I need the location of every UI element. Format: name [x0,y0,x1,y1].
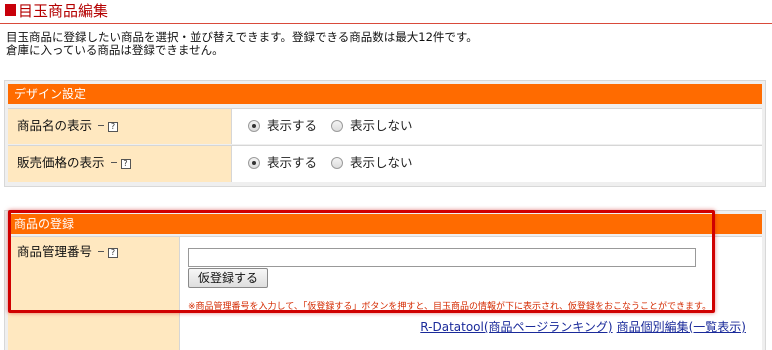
page-description: 目玉商品に登録したい商品を選択・並び替えできます。登録できる商品数は最大12件で… [6,31,478,57]
dash-icon [98,251,105,252]
design-settings-header: デザイン設定 [8,84,762,104]
sale-price-display-options: 表示する 表示しない [248,146,423,180]
sale-price-hide-radio[interactable] [331,157,343,169]
product-individual-edit-link[interactable]: 商品個別編集(一覧表示) [617,320,746,334]
product-code-input[interactable] [188,248,696,267]
title-square-icon [5,4,16,16]
product-code-label: 商品管理番号? [8,237,180,350]
design-settings-panel: デザイン設定 商品名の表示? 表示する 表示しない 販売価格の表示? 表示する … [4,80,766,187]
page-header: 目玉商品編集 [0,0,772,24]
product-name-display-row: 商品名の表示? 表示する 表示しない [8,108,762,144]
registration-note: ※商品管理番号を入力して、「仮登録する」ボタンを押すと、目玉商品の情報が下に表示… [188,302,712,312]
help-icon[interactable]: ? [108,248,119,258]
page-title: 目玉商品編集 [18,2,109,20]
r-datatool-ranking-link[interactable]: R-Datatool(商品ページランキング) [420,320,612,334]
product-name-show-label[interactable]: 表示する [267,118,317,133]
product-name-display-label: 商品名の表示? [8,109,232,144]
dash-icon [98,125,105,126]
provisional-register-button[interactable]: 仮登録する [188,268,268,288]
sale-price-hide-label[interactable]: 表示しない [350,155,413,170]
sale-price-display-row: 販売価格の表示? 表示する 表示しない [8,145,762,182]
footer-links: R-Datatool(商品ページランキング) 商品個別編集(一覧表示) [420,318,746,335]
description-line: 倉庫に入っている商品は登録できません。 [6,43,224,57]
sale-price-display-label: 販売価格の表示? [8,146,232,182]
product-name-display-options: 表示する 表示しない [248,109,423,143]
dash-icon [110,162,117,163]
product-registration-header: 商品の登録 [8,214,762,234]
sale-price-show-radio[interactable] [248,157,260,169]
help-icon[interactable]: ? [120,159,131,169]
product-name-hide-label[interactable]: 表示しない [350,118,413,133]
product-name-hide-radio[interactable] [331,120,343,132]
help-icon[interactable]: ? [108,122,119,132]
sale-price-show-label[interactable]: 表示する [267,155,317,170]
product-name-show-radio[interactable] [248,120,260,132]
